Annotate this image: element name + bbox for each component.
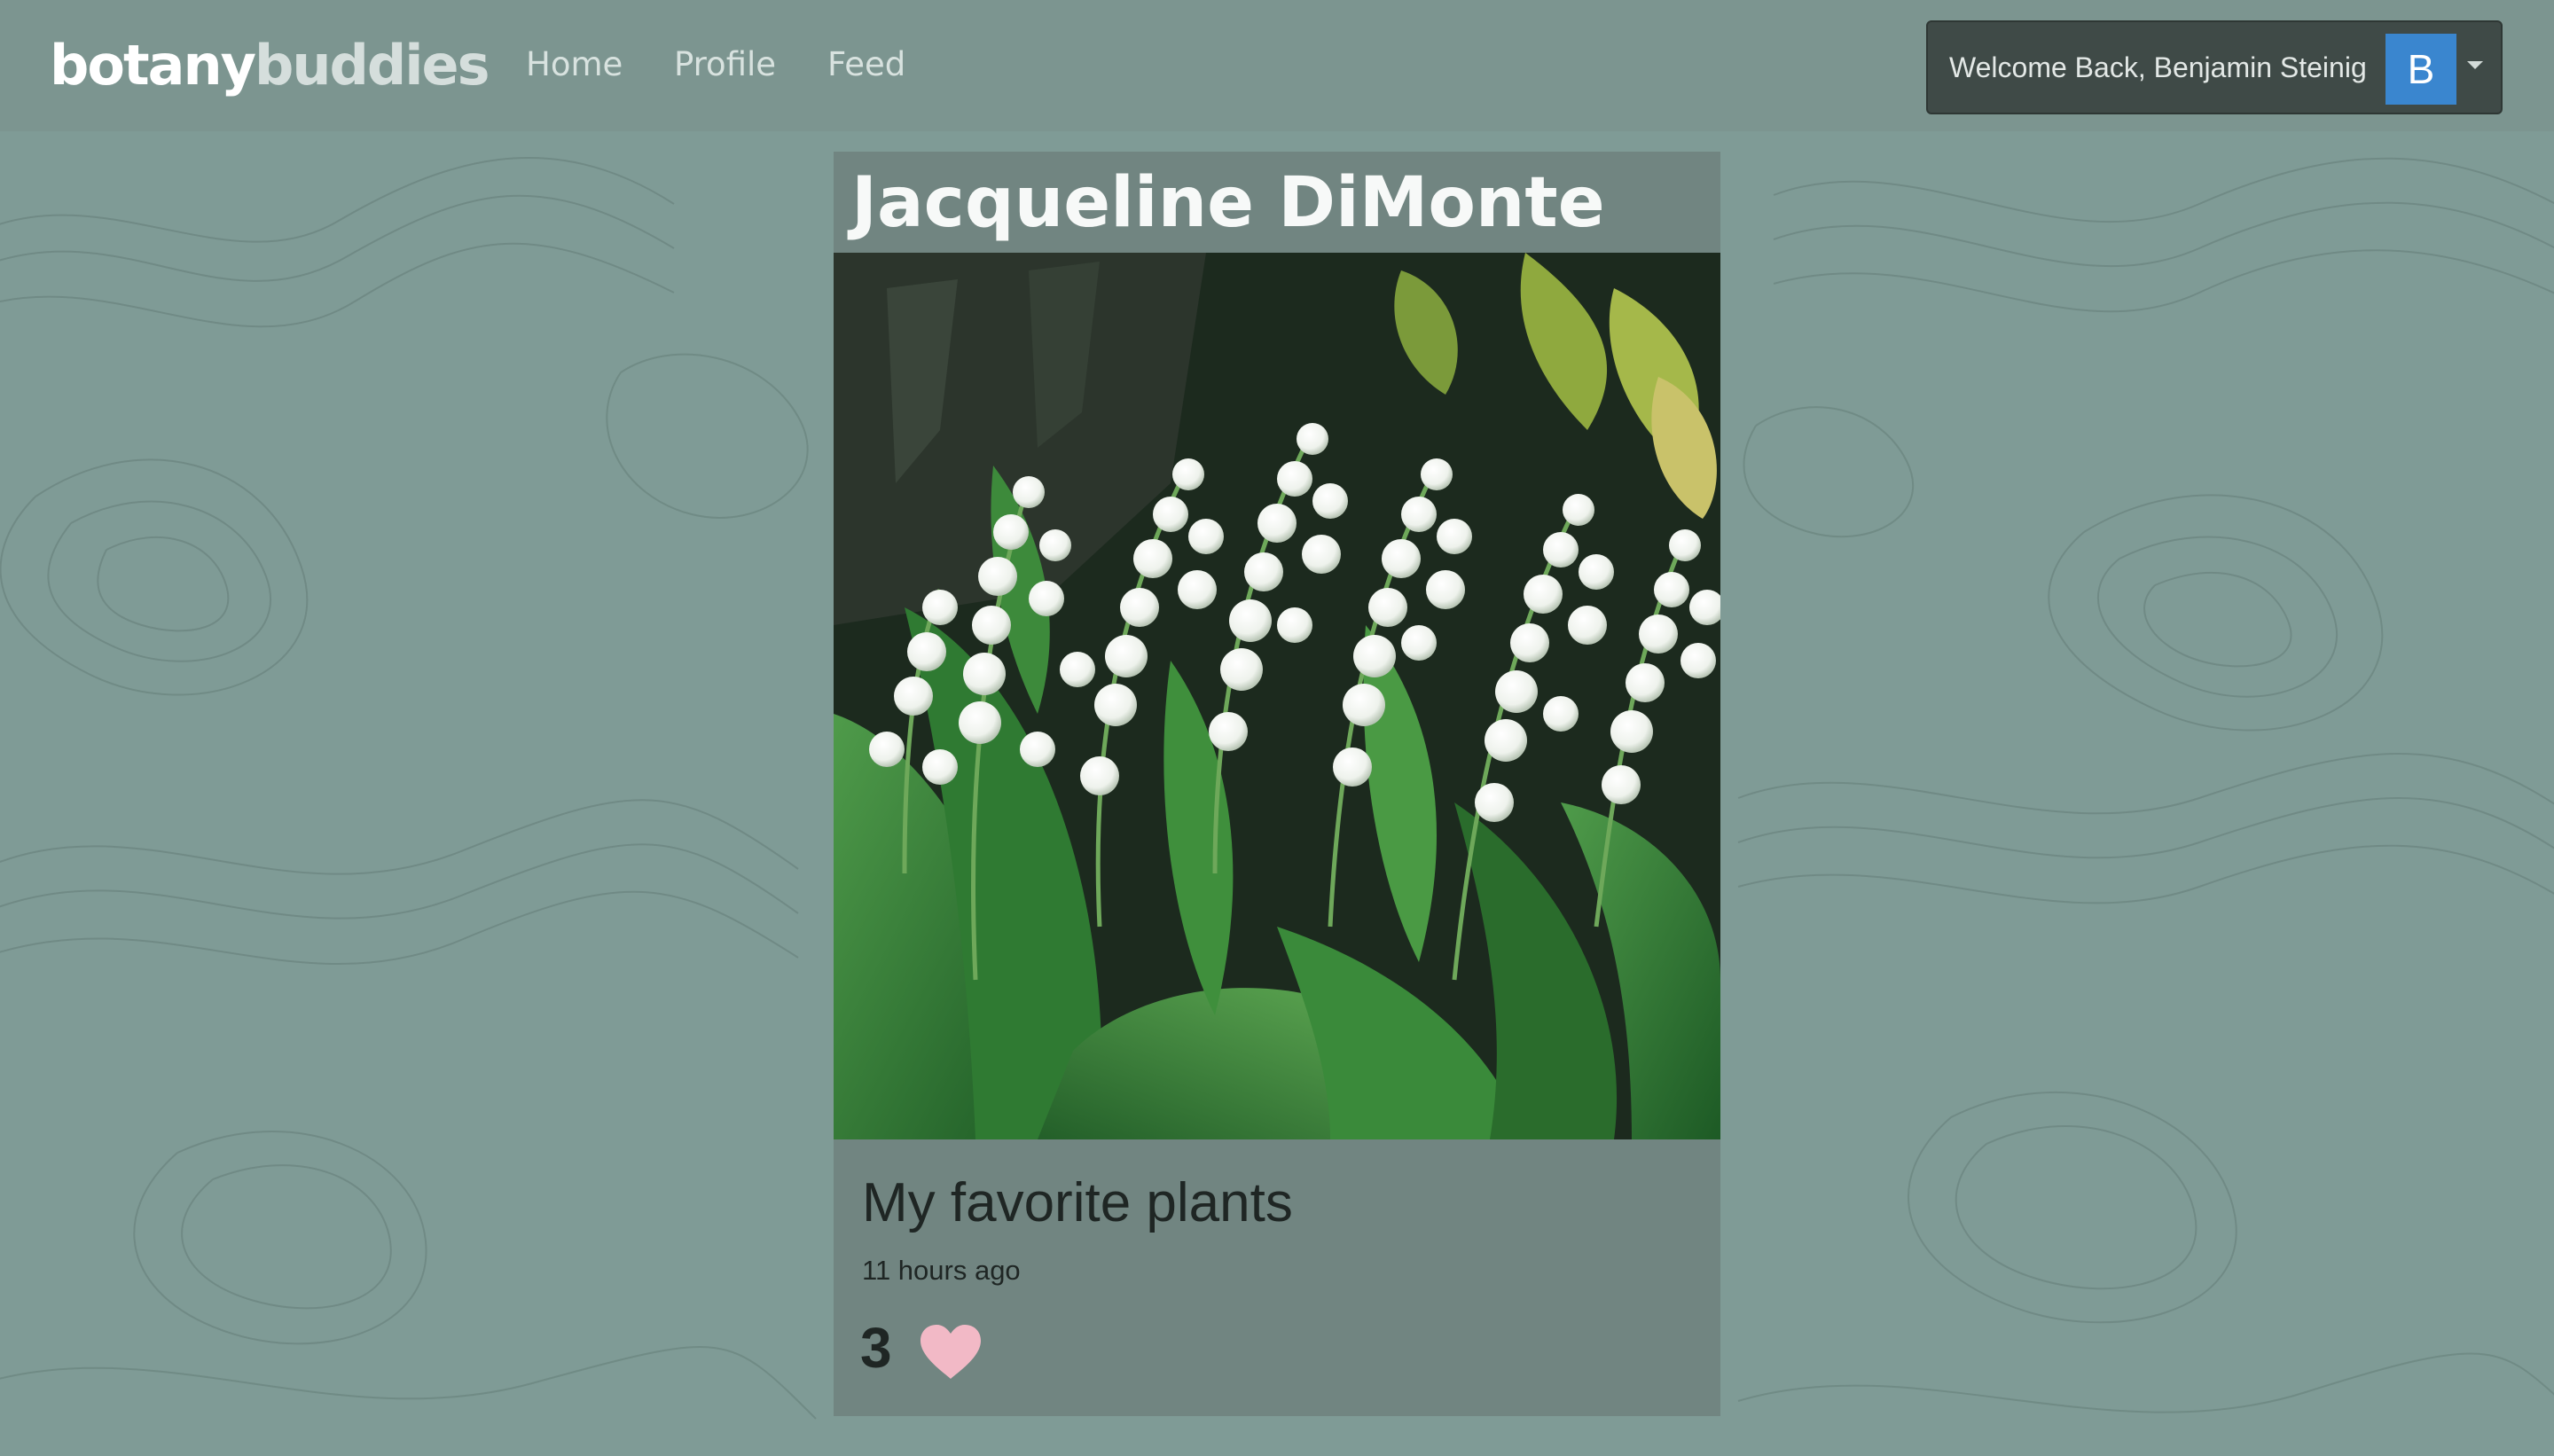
brand-part-2: buddies	[255, 33, 490, 98]
post-title: My favorite plants	[862, 1172, 1293, 1233]
nav-home-link[interactable]: Home	[526, 41, 623, 89]
brand-part-1: botany	[50, 33, 256, 98]
like-count: 3	[860, 1316, 892, 1380]
welcome-message: Welcome Back, Benjamin Steinig	[1949, 51, 2367, 83]
post-owner-name[interactable]: Jacqueline DiMonte	[851, 157, 1605, 249]
nav-feed-link[interactable]: Feed	[827, 41, 905, 89]
caret-down-icon[interactable]	[2467, 61, 2483, 69]
avatar[interactable]: B	[2386, 34, 2456, 105]
post-card: Jacqueline DiMonte My favorite plants 11…	[834, 152, 1720, 1416]
user-menu-dropdown[interactable]: Welcome Back, Benjamin Steinig B	[1926, 20, 2503, 114]
brand-logo[interactable]: botanybuddies	[50, 30, 490, 101]
top-navbar: botanybuddies Home Profile Feed Welcome …	[0, 0, 2554, 131]
nav-profile-link[interactable]: Profile	[674, 41, 776, 89]
heart-icon[interactable]	[919, 1324, 983, 1381]
lily-of-the-valley-photo[interactable]	[834, 253, 1720, 1139]
post-timestamp: 11 hours ago	[862, 1255, 1021, 1286]
